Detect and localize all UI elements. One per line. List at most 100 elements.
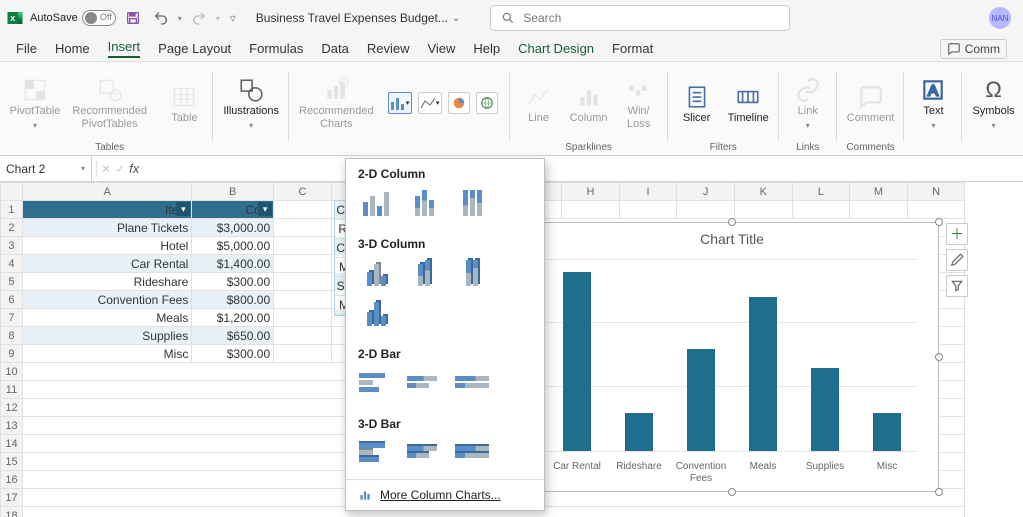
clustered-column-2d[interactable] bbox=[356, 187, 396, 219]
tab-home[interactable]: Home bbox=[55, 41, 90, 56]
comment-button[interactable]: Comment bbox=[843, 80, 899, 127]
rec-pivottables-button[interactable]: ?Recommended PivotTables bbox=[62, 73, 157, 133]
text-button[interactable]: AText▾ bbox=[910, 73, 956, 134]
ribbon-group-comments: Comment Comments bbox=[837, 66, 905, 155]
row-header[interactable]: 1 bbox=[1, 201, 23, 219]
menu-section-title: 3-D Bar bbox=[346, 409, 544, 435]
spark-column-button[interactable]: Column bbox=[566, 80, 612, 127]
col-header[interactable]: H bbox=[562, 183, 620, 201]
illustrations-button[interactable]: Illustrations▾ bbox=[219, 73, 283, 134]
autosave-toggle[interactable]: AutoSave Off bbox=[30, 10, 116, 26]
stacked100-column-3d[interactable] bbox=[452, 257, 492, 289]
cancel-formula-icon[interactable]: ✕ bbox=[101, 162, 111, 176]
line-chart-icon bbox=[420, 96, 436, 110]
clustered-bar-3d[interactable] bbox=[356, 437, 396, 469]
spark-winloss-button[interactable]: Win/ Loss bbox=[616, 73, 662, 133]
tab-page-layout[interactable]: Page Layout bbox=[158, 41, 231, 56]
name-box[interactable]: Chart 2▾ bbox=[0, 156, 92, 181]
ribbon-group-sparklines: Line Column Win/ Loss Sparklines bbox=[510, 66, 668, 155]
column-3d[interactable] bbox=[356, 297, 396, 329]
chart-bar[interactable] bbox=[873, 413, 901, 451]
select-all-corner[interactable] bbox=[1, 183, 23, 201]
ribbon-group-symbols: ΩSymbols▾ bbox=[962, 66, 1023, 155]
excel-icon: X bbox=[6, 9, 24, 27]
resize-handle[interactable] bbox=[728, 218, 736, 226]
filename[interactable]: Business Travel Expenses Budget...⌄ bbox=[256, 11, 461, 25]
stacked100-bar-2d[interactable] bbox=[452, 367, 492, 399]
stacked100-bar-3d[interactable] bbox=[452, 437, 492, 469]
comments-button[interactable]: Comm bbox=[940, 39, 1007, 59]
pivottable-button[interactable]: PivotTable▾ bbox=[12, 73, 58, 134]
symbols-button[interactable]: ΩSymbols▾ bbox=[968, 73, 1018, 134]
clustered-column-3d[interactable] bbox=[356, 257, 396, 289]
tab-review[interactable]: Review bbox=[367, 41, 410, 56]
group-label: Links bbox=[796, 140, 819, 155]
embedded-chart[interactable]: Chart Title Car RentalRideshareConventio… bbox=[525, 222, 939, 492]
filter-icon[interactable]: ▾ bbox=[258, 202, 272, 216]
fx-icon[interactable]: fx bbox=[129, 161, 139, 176]
spark-line-button[interactable]: Line bbox=[516, 80, 562, 127]
tab-formulas[interactable]: Formulas bbox=[249, 41, 303, 56]
more-column-charts[interactable]: More Column Charts... bbox=[346, 479, 544, 510]
stacked-bar-3d[interactable] bbox=[404, 437, 444, 469]
save-icon[interactable] bbox=[122, 7, 144, 29]
tab-chart-design[interactable]: Chart Design bbox=[518, 41, 594, 56]
tab-help[interactable]: Help bbox=[473, 41, 500, 56]
timeline-button[interactable]: Timeline bbox=[724, 80, 773, 127]
chart-styles-button[interactable] bbox=[946, 249, 968, 271]
tab-view[interactable]: View bbox=[427, 41, 455, 56]
chart-plot[interactable] bbox=[546, 259, 918, 451]
stacked-bar-2d[interactable] bbox=[404, 367, 444, 399]
col-header[interactable]: A bbox=[22, 183, 191, 201]
chart-bar[interactable] bbox=[625, 413, 653, 451]
undo-icon[interactable] bbox=[150, 7, 172, 29]
rec-charts-button[interactable]: Recommended Charts bbox=[295, 73, 378, 133]
table-header-cost[interactable]: Cost▾ bbox=[192, 201, 274, 219]
stacked-column-3d[interactable] bbox=[404, 257, 444, 289]
ribbon-group-text: AText▾ bbox=[904, 66, 962, 155]
chart-filters-button[interactable] bbox=[946, 275, 968, 297]
redo-icon[interactable] bbox=[188, 7, 210, 29]
resize-handle[interactable] bbox=[728, 488, 736, 496]
ribbon-group-filters: Slicer Timeline Filters bbox=[668, 66, 779, 155]
col-header[interactable]: K bbox=[734, 183, 792, 201]
col-header[interactable]: M bbox=[850, 183, 908, 201]
table-header-item[interactable]: Item▾ bbox=[22, 201, 191, 219]
search-input[interactable]: Search bbox=[490, 5, 790, 31]
line-chart-dropdown[interactable]: ▾ bbox=[418, 92, 442, 114]
table-button[interactable]: Table bbox=[161, 80, 207, 127]
col-header[interactable]: B bbox=[192, 183, 274, 201]
pie-chart-dropdown[interactable] bbox=[448, 92, 470, 114]
link-button[interactable]: Link▾ bbox=[785, 73, 831, 134]
resize-handle[interactable] bbox=[935, 488, 943, 496]
tab-file[interactable]: File bbox=[16, 41, 37, 56]
filter-icon[interactable]: ▾ bbox=[176, 202, 190, 216]
tab-insert[interactable]: Insert bbox=[108, 39, 141, 58]
col-header[interactable]: J bbox=[677, 183, 735, 201]
stacked-column-2d[interactable] bbox=[404, 187, 444, 219]
chart-category-label: Car Rental bbox=[549, 461, 605, 485]
resize-handle[interactable] bbox=[935, 353, 943, 361]
slicer-button[interactable]: Slicer bbox=[674, 80, 720, 127]
chart-bar[interactable] bbox=[749, 297, 777, 451]
chart-bar[interactable] bbox=[811, 368, 839, 451]
chart-bar[interactable] bbox=[687, 349, 715, 451]
chart-elements-button[interactable]: ＋ bbox=[946, 223, 968, 245]
col-header[interactable]: L bbox=[792, 183, 850, 201]
resize-handle[interactable] bbox=[935, 218, 943, 226]
col-header[interactable]: N bbox=[907, 183, 965, 201]
column-chart-icon bbox=[358, 488, 372, 502]
map-chart-dropdown[interactable] bbox=[476, 92, 498, 114]
clustered-bar-2d[interactable] bbox=[356, 367, 396, 399]
column-chart-dropdown[interactable]: ▾ bbox=[388, 92, 412, 114]
chart-bar[interactable] bbox=[563, 272, 591, 451]
chart-title[interactable]: Chart Title bbox=[526, 223, 938, 249]
tab-format[interactable]: Format bbox=[612, 41, 653, 56]
enter-formula-icon[interactable]: ✓ bbox=[115, 162, 125, 176]
stacked100-column-2d[interactable] bbox=[452, 187, 492, 219]
avatar[interactable]: NAN bbox=[989, 7, 1011, 29]
formula-input[interactable] bbox=[143, 156, 1023, 181]
col-header[interactable]: I bbox=[619, 183, 677, 201]
col-header[interactable]: C bbox=[274, 183, 332, 201]
tab-data[interactable]: Data bbox=[321, 41, 348, 56]
